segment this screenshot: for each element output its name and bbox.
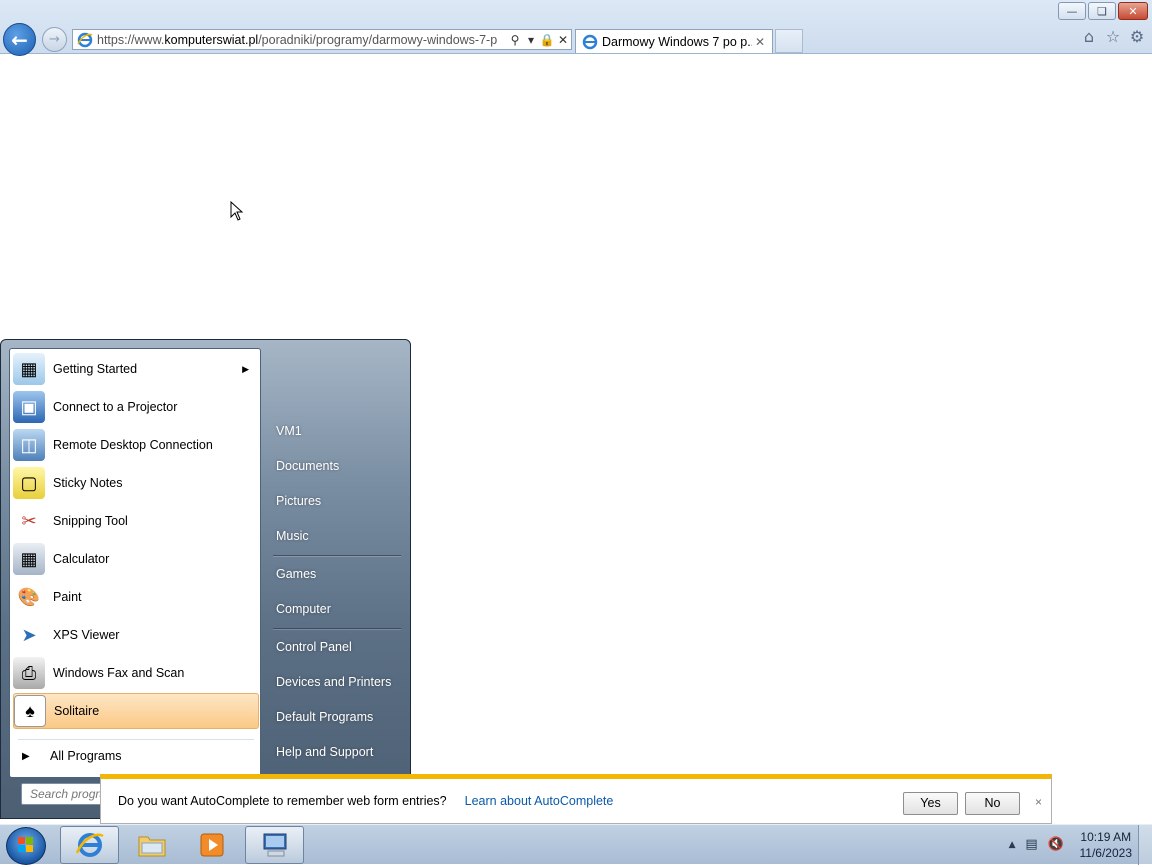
browser-toolbar: — ❏ ✕ ← → https://www.komputerswiat.pl/p…: [0, 0, 1152, 56]
back-arrow-icon: ←: [11, 27, 28, 52]
clock[interactable]: 10:19 AM 11/6/2023: [1080, 829, 1133, 861]
clock-date: 11/6/2023: [1079, 846, 1133, 860]
paint-palette-icon: 🎨: [17, 586, 41, 607]
scissors-icon: ✂: [21, 510, 37, 531]
favorites-star-icon[interactable]: ☆: [1104, 28, 1122, 46]
taskbar-windows-explorer[interactable]: [122, 826, 181, 864]
tab-title: Darmowy Windows 7 po p...: [602, 34, 752, 49]
mouse-cursor: [230, 201, 244, 221]
xps-viewer-icon: ➤: [21, 624, 37, 645]
all-programs-button[interactable]: ▶ All Programs: [18, 745, 254, 767]
program-xps-viewer[interactable]: ➤ XPS Viewer: [13, 617, 259, 653]
start-right-documents[interactable]: Documents: [271, 452, 403, 480]
autocomplete-no-button[interactable]: No: [965, 792, 1020, 815]
start-right-help-and-support[interactable]: Help and Support: [271, 738, 403, 766]
sticky-notes-icon: ▢: [13, 467, 45, 499]
start-button[interactable]: [6, 827, 46, 865]
solitaire-cards-icon: ♠: [14, 695, 46, 727]
internet-explorer-icon: [75, 833, 104, 857]
start-right-user[interactable]: VM1: [271, 417, 403, 445]
right-separator: [273, 555, 401, 556]
tab-active[interactable]: Darmowy Windows 7 po p... ✕: [575, 29, 773, 53]
taskbar-internet-explorer[interactable]: [60, 826, 119, 864]
remote-desktop-icon: [263, 833, 286, 857]
program-calculator[interactable]: ▦ Calculator: [13, 541, 259, 577]
address-bar[interactable]: https://www.komputerswiat.pl/poradniki/p…: [72, 29, 572, 50]
fax-icon: ⎙: [13, 657, 45, 689]
programs-separator: [18, 739, 254, 740]
start-menu-programs-pane: ▦ Getting Started ▶ ▣ Connect to a Proje…: [9, 348, 261, 778]
minimize-button[interactable]: —: [1058, 2, 1086, 20]
new-tab-button[interactable]: [775, 29, 803, 53]
taskbar: ▲ ▤ 🔇 10:19 AM 11/6/2023: [0, 824, 1152, 865]
ie-tab-icon: [582, 34, 598, 49]
folder-icon: [138, 836, 165, 857]
window-controls: — ❏ ✕: [1058, 2, 1148, 20]
forward-arrow-icon: →: [49, 32, 60, 47]
windows-logo-icon: [18, 837, 33, 852]
start-right-devices-and-printers[interactable]: Devices and Printers: [271, 668, 403, 696]
start-right-control-panel[interactable]: Control Panel: [271, 633, 403, 661]
start-right-music[interactable]: Music: [271, 522, 403, 550]
volume-muted-icon[interactable]: 🔇: [1048, 837, 1064, 853]
tab-close-icon[interactable]: ✕: [752, 35, 768, 49]
autocomplete-yes-button[interactable]: Yes: [903, 792, 958, 815]
submenu-arrow-icon: ▶: [242, 363, 249, 374]
learn-about-autocomplete-link[interactable]: Learn about AutoComplete: [465, 794, 614, 808]
program-connect-to-projector[interactable]: ▣ Connect to a Projector: [13, 389, 259, 425]
program-paint[interactable]: 🎨 Paint: [13, 579, 259, 615]
calculator-icon: ▦: [13, 543, 45, 575]
start-menu: ▦ Getting Started ▶ ▣ Connect to a Proje…: [0, 339, 411, 819]
start-right-default-programs[interactable]: Default Programs: [271, 703, 403, 731]
command-icons: ⌂ ☆ ⚙: [1080, 28, 1146, 46]
right-separator: [273, 628, 401, 629]
autocomplete-message: Do you want AutoComplete to remember web…: [118, 794, 447, 808]
program-sticky-notes[interactable]: ▢ Sticky Notes: [13, 465, 259, 501]
program-windows-fax-and-scan[interactable]: ⎙ Windows Fax and Scan: [13, 655, 259, 691]
getting-started-icon: ▦: [13, 353, 45, 385]
dropdown-icon[interactable]: ▾: [523, 33, 539, 47]
restore-button[interactable]: ❏: [1088, 2, 1116, 20]
network-icon[interactable]: ▤: [1024, 837, 1040, 853]
notification-close-icon[interactable]: ×: [1035, 795, 1042, 809]
address-url[interactable]: https://www.komputerswiat.pl/poradniki/p…: [97, 33, 507, 47]
lock-icon[interactable]: 🔒: [539, 33, 555, 47]
taskbar-media-player[interactable]: [182, 826, 241, 864]
autocomplete-notification-bar: Do you want AutoComplete to remember web…: [100, 774, 1052, 824]
media-player-icon: [200, 833, 223, 857]
program-solitaire[interactable]: ♠ Solitaire: [13, 693, 259, 729]
stop-icon[interactable]: ✕: [555, 33, 571, 47]
projector-icon: ▣: [13, 391, 45, 423]
system-tray: ▲ ▤ 🔇 10:19 AM 11/6/2023: [1009, 825, 1132, 865]
remote-desktop-icon: ◫: [13, 429, 45, 461]
back-button[interactable]: ←: [3, 23, 36, 56]
start-right-games[interactable]: Games: [271, 560, 403, 588]
close-window-button[interactable]: ✕: [1118, 2, 1148, 20]
ie-page-icon: [77, 32, 93, 47]
tools-gear-icon[interactable]: ⚙: [1128, 28, 1146, 46]
program-getting-started[interactable]: ▦ Getting Started ▶: [13, 351, 259, 387]
forward-button[interactable]: →: [42, 27, 67, 52]
program-snipping-tool[interactable]: ✂ Snipping Tool: [13, 503, 259, 539]
home-icon[interactable]: ⌂: [1080, 28, 1098, 46]
program-remote-desktop[interactable]: ◫ Remote Desktop Connection: [13, 427, 259, 463]
show-hidden-icons-icon[interactable]: ▲: [1009, 840, 1016, 850]
start-right-computer[interactable]: Computer: [271, 595, 403, 623]
all-programs-arrow-icon: ▶: [22, 750, 30, 762]
show-desktop-button[interactable]: [1138, 825, 1152, 865]
clock-time: 10:19 AM: [1080, 830, 1132, 844]
start-right-pictures[interactable]: Pictures: [271, 487, 403, 515]
search-icon[interactable]: ⚲: [507, 33, 523, 47]
taskbar-remote-desktop[interactable]: [245, 826, 304, 864]
